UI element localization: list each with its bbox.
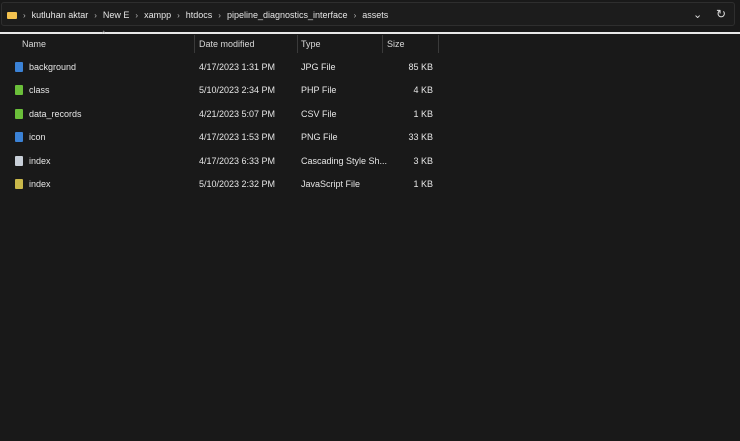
file-date: 4/17/2023 6:33 PM [199, 155, 276, 166]
column-divider[interactable] [194, 35, 195, 53]
chevron-right-icon[interactable]: › [135, 11, 138, 20]
file-row[interactable]: icon 4/17/2023 1:53 PM PNG File 33 KB [0, 126, 740, 148]
breadcrumb: › kutluhan aktar › New E › xampp › htdoc… [7, 3, 388, 27]
refresh-icon[interactable]: ↻ [716, 3, 726, 25]
divider [0, 32, 740, 34]
file-size: 1 KB [413, 179, 433, 189]
file-date: 5/10/2023 2:34 PM [199, 85, 276, 96]
file-icon [15, 108, 23, 119]
file-date: 4/17/2023 1:31 PM [199, 62, 276, 72]
file-name: data_records [29, 108, 82, 119]
file-size: 33 KB [408, 132, 433, 143]
breadcrumb-item[interactable]: pipeline_diagnostics_interface [227, 10, 348, 20]
file-row[interactable]: index 4/17/2023 6:33 PM Cascading Style Sh… [0, 150, 740, 172]
file-type: PNG File [301, 132, 338, 143]
folder-icon [7, 11, 17, 19]
file-name: index [29, 179, 51, 189]
file-icon [15, 132, 23, 143]
column-divider[interactable] [297, 35, 298, 53]
file-size: 3 KB [413, 155, 433, 166]
column-header-type[interactable]: Type [301, 35, 321, 53]
column-divider[interactable] [438, 35, 439, 53]
column-header: ^ Name Date modified Type Size [0, 31, 740, 53]
file-size: 1 KB [413, 108, 433, 119]
chevron-right-icon[interactable]: › [23, 11, 26, 20]
file-date: 4/17/2023 1:53 PM [199, 132, 276, 143]
chevron-down-icon[interactable]: ⌄ [693, 3, 702, 25]
file-type: PHP File [301, 85, 337, 96]
file-date: 5/10/2023 2:32 PM [199, 179, 276, 189]
column-header-date[interactable]: Date modified [199, 35, 255, 53]
column-header-size[interactable]: Size [387, 35, 405, 53]
breadcrumb-item[interactable]: xampp [144, 10, 171, 20]
column-header-name[interactable]: Name [22, 35, 46, 53]
file-size: 4 KB [413, 85, 433, 96]
file-row[interactable]: index 5/10/2023 2:32 PM JavaScript File 1 K… [0, 173, 740, 195]
file-row[interactable]: data_records 4/21/2023 5:07 PM CSV File 1 K… [0, 103, 740, 125]
file-size: 85 KB [408, 62, 433, 72]
chevron-right-icon[interactable]: › [177, 11, 180, 20]
file-name: background [29, 62, 77, 72]
file-type: JPG File [301, 62, 336, 72]
address-bar[interactable]: › kutluhan aktar › New E › xampp › htdoc… [1, 2, 735, 26]
breadcrumb-item[interactable]: htdocs [186, 10, 213, 20]
file-icon [15, 155, 23, 166]
chevron-right-icon[interactable]: › [354, 11, 357, 20]
file-row[interactable]: background 4/17/2023 1:31 PM JPG File 85 KB [0, 56, 740, 78]
file-date: 4/21/2023 5:07 PM [199, 108, 276, 119]
file-name: icon [29, 132, 46, 143]
breadcrumb-item[interactable]: New E [103, 10, 130, 20]
column-divider[interactable] [382, 35, 383, 53]
file-icon [15, 85, 23, 96]
chevron-right-icon[interactable]: › [218, 11, 221, 20]
file-row[interactable]: class 5/10/2023 2:34 PM PHP File 4 KB [0, 79, 740, 101]
file-type: CSV File [301, 108, 337, 119]
sort-ascending-icon: ^ [102, 31, 106, 38]
breadcrumb-item[interactable]: assets [362, 10, 388, 20]
file-name: index [29, 155, 51, 166]
chevron-right-icon[interactable]: › [94, 11, 97, 20]
breadcrumb-item[interactable]: kutluhan aktar [32, 10, 89, 20]
file-icon [15, 179, 23, 189]
file-icon [15, 62, 23, 72]
file-type: JavaScript File [301, 179, 361, 189]
file-name: class [29, 85, 50, 96]
